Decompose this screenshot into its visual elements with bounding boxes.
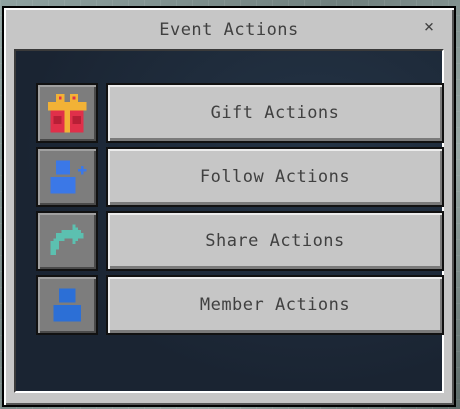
actions-panel: Gift Actions Follow Actions Share Action… xyxy=(14,49,444,393)
event-actions-dialog: Event Actions × Gift Actions Follow Acti… xyxy=(2,6,456,407)
action-row-share: Share Actions xyxy=(36,211,444,271)
action-row-gift: Gift Actions xyxy=(36,83,444,143)
follow-user-icon xyxy=(50,160,87,194)
share-arrow-icon xyxy=(50,224,84,255)
close-icon[interactable]: × xyxy=(420,18,438,36)
member-user-icon xyxy=(53,288,81,322)
follow-actions-button[interactable]: Follow Actions xyxy=(106,147,444,207)
gift-icon-slot xyxy=(36,83,98,143)
action-row-member: Member Actions xyxy=(36,275,444,335)
member-icon-slot xyxy=(36,275,98,335)
share-actions-button[interactable]: Share Actions xyxy=(106,211,444,271)
gift-actions-button[interactable]: Gift Actions xyxy=(106,83,444,143)
dialog-title: Event Actions xyxy=(159,20,299,40)
follow-icon-slot xyxy=(36,147,98,207)
gift-icon xyxy=(47,93,87,133)
member-actions-button[interactable]: Member Actions xyxy=(106,275,444,335)
share-icon-slot xyxy=(36,211,98,271)
action-row-follow: Follow Actions xyxy=(36,147,444,207)
